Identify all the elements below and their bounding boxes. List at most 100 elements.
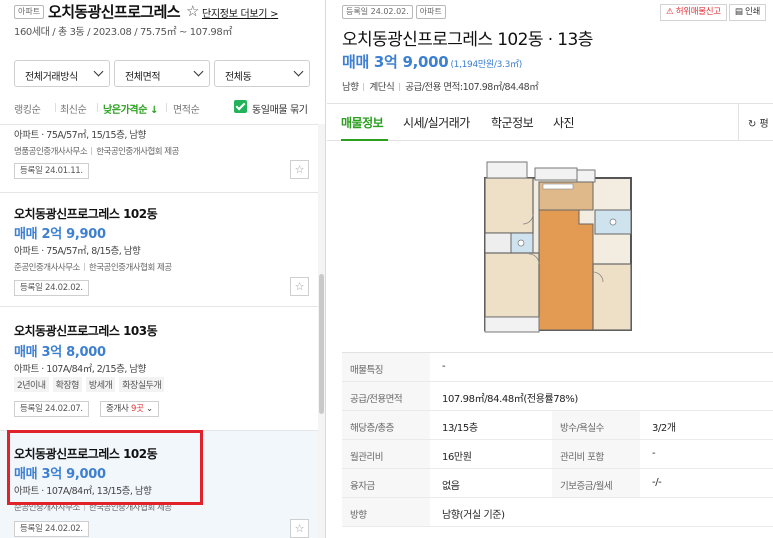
- complex-name: 오치동광신프로그레스: [48, 3, 181, 21]
- star-icon[interactable]: ☆: [290, 519, 309, 538]
- listing-info: 아파트 · 75A/57㎡, 8/15층, 남향: [14, 246, 141, 257]
- sort-ranking[interactable]: 랭킹순: [14, 101, 41, 116]
- print-button[interactable]: ▤ 인쇄: [728, 4, 766, 21]
- listing-info: 아파트 · 75A/57㎡, 15/15층, 남향: [14, 130, 146, 141]
- divider: [55, 103, 56, 112]
- area-unit-toggle[interactable]: ↻ 평: [738, 104, 773, 141]
- table-cell: 없음: [442, 481, 460, 492]
- list-scrollbar[interactable]: [318, 124, 325, 538]
- table-cell: 16만원: [442, 452, 472, 463]
- listing-title: 오치동광신프로그레스 102동: [14, 447, 158, 461]
- listing-agent: 준공인중개사사무소 한국공인중개사협회 제공: [14, 263, 172, 273]
- detail-tabs: 매물정보 시세/실거래가 학군정보 사진 ↻ 평: [327, 103, 773, 141]
- detail-panel: 등록일 24.02.02. 아파트 ⚠ 허위매물신고 ▤ 인쇄 오치동광신프로그레스…: [327, 0, 773, 538]
- table-cell: 13/15층: [442, 423, 478, 434]
- siren-icon: ⚠: [665, 7, 674, 17]
- sort-latest[interactable]: 최신순: [60, 101, 87, 116]
- registered-date: 등록일 24.02.02.: [14, 280, 89, 296]
- table-cell: 남향(거실 기준): [442, 510, 505, 521]
- registered-date: 등록일 24.02.02.: [14, 521, 89, 537]
- table-header-cell: 방향: [342, 498, 430, 526]
- listing-info-table: 매물특징 - 공급/전용면적 107.98㎡/84.48㎡(전용률78%) 해당…: [342, 352, 773, 527]
- tab-listing-info[interactable]: 매물정보: [341, 114, 384, 131]
- listing-price: 매매 3억 8,000: [14, 345, 106, 360]
- table-row: 공급/전용면적 107.98㎡/84.48㎡(전용률78%): [342, 382, 773, 411]
- registered-date: 등록일 24.01.11.: [14, 163, 89, 179]
- complex-type-tag: 아파트: [14, 5, 45, 19]
- sort-low-price[interactable]: 낮은가격순 ↓: [103, 101, 158, 116]
- table-header-cell: 기보증금/월세: [552, 469, 640, 497]
- sort-area[interactable]: 면적순: [173, 101, 200, 116]
- listing-title: 오치동광신프로그레스 102동: [14, 207, 158, 221]
- chevron-down-icon: [293, 66, 304, 77]
- table-header-cell: 해당층/총층: [342, 411, 430, 439]
- trade-type-select[interactable]: 전체거래방식: [14, 60, 110, 87]
- list-item[interactable]: 오치동광신프로그레스 102동 매매 2억 9,900 아파트 · 75A/57…: [0, 193, 318, 307]
- detail-type-tag: 아파트: [415, 5, 446, 19]
- feature-chips: 2년이내 확장형 방세개 화장실두개: [14, 377, 168, 392]
- chevron-right-icon: >: [270, 9, 279, 20]
- feature-chip: 화장실두개: [119, 377, 165, 392]
- listing-agent: 준공인중개사사무소 한국공인중개사협회 제공: [14, 503, 172, 513]
- complex-header: 아파트 오치동광신프로그레스 ☆ 단지정보 더보기 > 160세대 / 총 3동…: [0, 0, 325, 48]
- listing-price: 매매 2억 9,900: [14, 227, 106, 242]
- listing-agent: 명품공인중개사사무소 한국공인중개사협회 제공: [14, 147, 179, 157]
- star-outline-icon[interactable]: ☆: [186, 2, 199, 20]
- table-row: 해당층/총층 13/15층 방수/욕실수 3/2개: [342, 411, 773, 440]
- chevron-down-icon: ⌄: [146, 404, 153, 414]
- listing-price: 매매 3억 9,000: [14, 467, 106, 482]
- listing-panel: 아파트 오치동광신프로그레스 ☆ 단지정보 더보기 > 160세대 / 총 3동…: [0, 0, 326, 538]
- divider: [97, 103, 98, 112]
- area-select[interactable]: 전체면적: [114, 60, 210, 87]
- list-item[interactable]: 아파트 · 75A/57㎡, 15/15층, 남향 명품공인중개사사무소 한국공인…: [0, 125, 318, 193]
- floorplan-area: [327, 142, 773, 342]
- detail-price-per-area: (1,194만원/3.3㎡): [450, 60, 522, 70]
- list-item-selected[interactable]: 오치동광신프로그레스 102동 매매 3억 9,000 아파트 · 107A/8…: [0, 431, 318, 538]
- star-icon[interactable]: ☆: [290, 277, 309, 296]
- table-row: 융자금 없음 기보증금/월세 -/-: [342, 469, 773, 498]
- star-icon[interactable]: ☆: [290, 160, 309, 179]
- chevron-down-icon: [93, 66, 104, 77]
- detail-attributes: 남향 계단식 공급/전용 면적:107.98㎡/84.48㎡: [342, 82, 539, 93]
- feature-chip: 확장형: [52, 377, 82, 392]
- building-select[interactable]: 전체동: [214, 60, 310, 87]
- table-header-cell: 융자금: [342, 469, 430, 497]
- agents-count-button[interactable]: 중개사 9곳 ⌄: [100, 401, 159, 417]
- list-item[interactable]: 오치동광신프로그레스 103동 매매 3억 8,000 아파트 · 107A/8…: [0, 307, 318, 431]
- sort-bar: 랭킹순 최신순 낮은가격순 ↓ 면적순 동일매물 묶기: [14, 100, 314, 116]
- feature-chip: 방세개: [85, 377, 116, 392]
- listing-info: 아파트 · 107A/84㎡, 13/15층, 남향: [14, 486, 152, 497]
- table-row: 방향 남향(거실 기준): [342, 498, 773, 527]
- listing-list: 아파트 · 75A/57㎡, 15/15층, 남향 명품공인중개사사무소 한국공인…: [0, 124, 318, 538]
- listing-info: 아파트 · 107A/84㎡, 2/15층, 남향: [14, 364, 146, 375]
- same-listing-checkbox[interactable]: [234, 100, 247, 113]
- table-row: 매물특징 -: [342, 353, 773, 382]
- detail-tags: 등록일 24.02.02. 아파트: [342, 4, 449, 19]
- divider: [166, 103, 167, 112]
- active-tab-indicator: [341, 139, 388, 141]
- scroll-thumb[interactable]: [319, 274, 324, 414]
- complex-info-link[interactable]: 단지정보 더보기 >: [202, 5, 278, 20]
- chevron-down-icon: [193, 66, 204, 77]
- table-cell: 107.98㎡/84.48㎡(전용률78%): [442, 394, 578, 405]
- feature-chip: 2년이내: [14, 377, 49, 392]
- tab-photos[interactable]: 사진: [553, 114, 575, 131]
- table-row: 월관리비 16만원 관리비 포함 -: [342, 440, 773, 469]
- table-cell: -: [652, 448, 656, 459]
- same-listing-label[interactable]: 동일매물 묶기: [252, 101, 308, 116]
- table-cell: 3/2개: [652, 423, 676, 434]
- tab-school-info[interactable]: 학군정보: [491, 114, 534, 131]
- tab-price-history[interactable]: 시세/실거래가: [403, 114, 470, 131]
- table-header-cell: 관리비 포함: [552, 440, 640, 468]
- detail-date-tag: 등록일 24.02.02.: [342, 5, 413, 19]
- complex-summary: 160세대 / 총 3동 / 2023.08 / 75.75㎡ ~ 107.98…: [14, 27, 232, 38]
- table-header-cell: 공급/전용면적: [342, 382, 430, 410]
- report-button[interactable]: ⚠ 허위매물신고: [659, 4, 727, 21]
- detail-price: 매매 3억 9,000: [342, 53, 449, 71]
- floorplan-image[interactable]: [477, 154, 633, 336]
- filter-bar: 전체거래방식 전체면적 전체동: [14, 60, 310, 87]
- listing-title: 오치동광신프로그레스 103동: [14, 324, 158, 338]
- detail-price-wrap: 매매 3억 9,000 (1,194만원/3.3㎡): [342, 51, 522, 72]
- registered-date: 등록일 24.02.07.: [14, 401, 89, 417]
- table-cell: -/-: [652, 477, 662, 488]
